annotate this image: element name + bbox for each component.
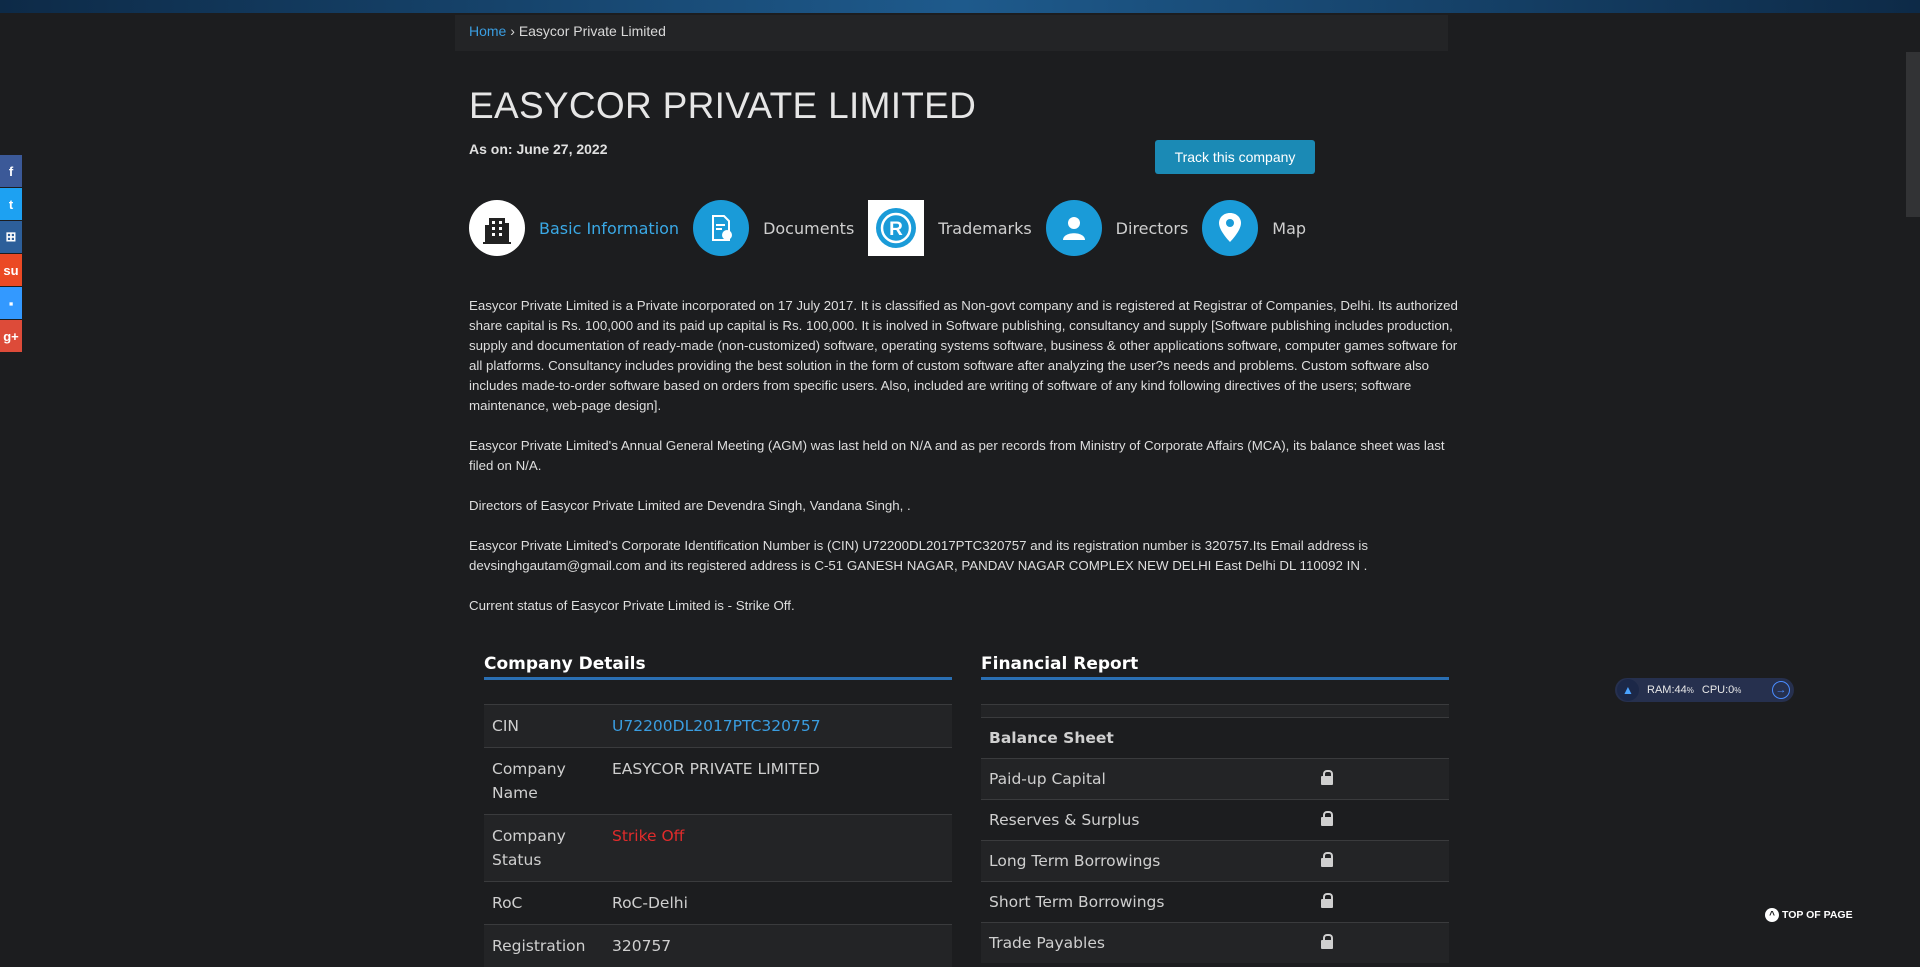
as-on-date: As on: June 27, 2022 <box>469 141 608 157</box>
cin-link[interactable]: U72200DL2017PTC320757 <box>612 717 821 735</box>
detail-value: 320757 <box>604 925 952 967</box>
balance-sheet-heading: Balance Sheet <box>981 718 1449 759</box>
rocket-icon[interactable]: ▲ <box>1617 679 1639 701</box>
tab-label: Trademarks <box>938 219 1031 238</box>
tab-map[interactable]: Map <box>1202 200 1306 256</box>
fin-value <box>1313 759 1449 800</box>
cpu-unit: % <box>1734 686 1741 695</box>
detail-key: Company Name <box>484 748 604 815</box>
tab-label: Map <box>1272 219 1306 238</box>
top-of-page-label: TOP OF PAGE <box>1782 909 1853 921</box>
stumbleupon-icon[interactable]: su <box>0 254 22 286</box>
fin-label: Long Term Borrowings <box>981 841 1313 882</box>
fin-value <box>1313 800 1449 841</box>
cpu-value: CPU:0 <box>1702 684 1734 696</box>
ram-value: RAM:44 <box>1647 684 1687 696</box>
top-of-page-link[interactable]: ^ TOP OF PAGE <box>1765 908 1853 922</box>
breadcrumb-separator: › <box>510 23 515 39</box>
financial-report-heading: Financial Report <box>981 654 1449 680</box>
ram-usage: RAM:44% <box>1647 684 1694 696</box>
detail-key: Company Status <box>484 815 604 882</box>
lock-icon[interactable] <box>1321 940 1333 949</box>
ram-unit: % <box>1687 686 1694 695</box>
facebook-icon[interactable]: f <box>0 155 22 187</box>
tab-label: Directors <box>1116 219 1189 238</box>
tab-label: Basic Information <box>539 219 679 238</box>
tab-directors[interactable]: Directors <box>1046 200 1189 256</box>
svg-text:R: R <box>889 219 903 240</box>
table-row: Company Name EASYCOR PRIVATE LIMITED <box>484 748 952 815</box>
table-row: Trade Payables <box>981 923 1449 964</box>
arrow-right-icon[interactable]: → <box>1772 681 1790 699</box>
company-description: Easycor Private Limited is a Private inc… <box>469 296 1464 636</box>
fin-label: Short Term Borrowings <box>981 882 1313 923</box>
tab-label: Documents <box>763 219 854 238</box>
table-row <box>981 705 1449 718</box>
company-details-table: CIN U72200DL2017PTC320757 Company Name E… <box>484 704 952 967</box>
description-paragraph: Easycor Private Limited's Corporate Iden… <box>469 536 1464 576</box>
detail-key: RoC <box>484 882 604 925</box>
registered-trademark-icon: R <box>868 200 924 256</box>
fin-value <box>1313 923 1449 964</box>
lock-icon[interactable] <box>1321 899 1333 908</box>
page-title: EASYCOR PRIVATE LIMITED <box>469 85 976 127</box>
fin-label: Trade Payables <box>981 923 1313 964</box>
fin-label: Reserves & Surplus <box>981 800 1313 841</box>
document-icon <box>693 200 749 256</box>
table-row: Paid-up Capital <box>981 759 1449 800</box>
detail-value: EASYCOR PRIVATE LIMITED <box>604 748 952 815</box>
fin-label: Paid-up Capital <box>981 759 1313 800</box>
financial-report-table: Balance Sheet Paid-up Capital Reserves &… <box>981 704 1449 963</box>
description-paragraph: Easycor Private Limited's Annual General… <box>469 436 1464 476</box>
system-monitor-widget[interactable]: ▲ RAM:44% CPU:0% → <box>1615 678 1794 702</box>
tab-basic-information[interactable]: Basic Information <box>469 200 679 256</box>
description-paragraph: Easycor Private Limited is a Private inc… <box>469 296 1464 416</box>
table-row: Balance Sheet <box>981 718 1449 759</box>
detail-key: Registration <box>484 925 604 967</box>
description-paragraph: Directors of Easycor Private Limited are… <box>469 496 1464 516</box>
spacer-cell <box>981 705 1449 718</box>
fin-value <box>1313 882 1449 923</box>
lock-icon[interactable] <box>1321 858 1333 867</box>
map-pin-icon <box>1202 200 1258 256</box>
table-row: Long Term Borrowings <box>981 841 1449 882</box>
lock-icon[interactable] <box>1321 817 1333 826</box>
breadcrumb-home-link[interactable]: Home <box>469 23 506 39</box>
tab-documents[interactable]: Documents <box>693 200 854 256</box>
building-icon <box>469 200 525 256</box>
person-icon <box>1046 200 1102 256</box>
table-row: Reserves & Surplus <box>981 800 1449 841</box>
delicious-icon[interactable]: ▪ <box>0 287 22 319</box>
googleplus-icon[interactable]: g+ <box>0 320 22 352</box>
social-share-bar: f t ⊞ su ▪ g+ <box>0 155 22 353</box>
chevron-up-icon: ^ <box>1765 908 1779 922</box>
description-paragraph: Current status of Easycor Private Limite… <box>469 596 1464 616</box>
scrollbar-thumb[interactable] <box>1906 52 1920 217</box>
breadcrumb-current: Easycor Private Limited <box>519 23 666 39</box>
company-tabs: Basic Information Documents R Trademarks <box>469 199 1320 257</box>
table-row: Short Term Borrowings <box>981 882 1449 923</box>
detail-value: U72200DL2017PTC320757 <box>604 705 952 748</box>
share-icon[interactable]: ⊞ <box>0 221 22 253</box>
detail-value: RoC-Delhi <box>604 882 952 925</box>
table-row: Company Status Strike Off <box>484 815 952 882</box>
table-row: CIN U72200DL2017PTC320757 <box>484 705 952 748</box>
company-details-heading: Company Details <box>484 654 952 680</box>
detail-key: CIN <box>484 705 604 748</box>
tab-trademarks[interactable]: R Trademarks <box>868 200 1031 256</box>
fin-value <box>1313 841 1449 882</box>
table-row: RoC RoC-Delhi <box>484 882 952 925</box>
lock-icon[interactable] <box>1321 776 1333 785</box>
top-banner <box>0 0 1920 13</box>
status-value: Strike Off <box>604 815 952 882</box>
twitter-icon[interactable]: t <box>0 188 22 220</box>
track-company-button[interactable]: Track this company <box>1155 140 1315 174</box>
cpu-usage: CPU:0% <box>1702 684 1742 696</box>
table-row: Registration 320757 <box>484 925 952 967</box>
breadcrumb: Home › Easycor Private Limited <box>455 15 1448 51</box>
